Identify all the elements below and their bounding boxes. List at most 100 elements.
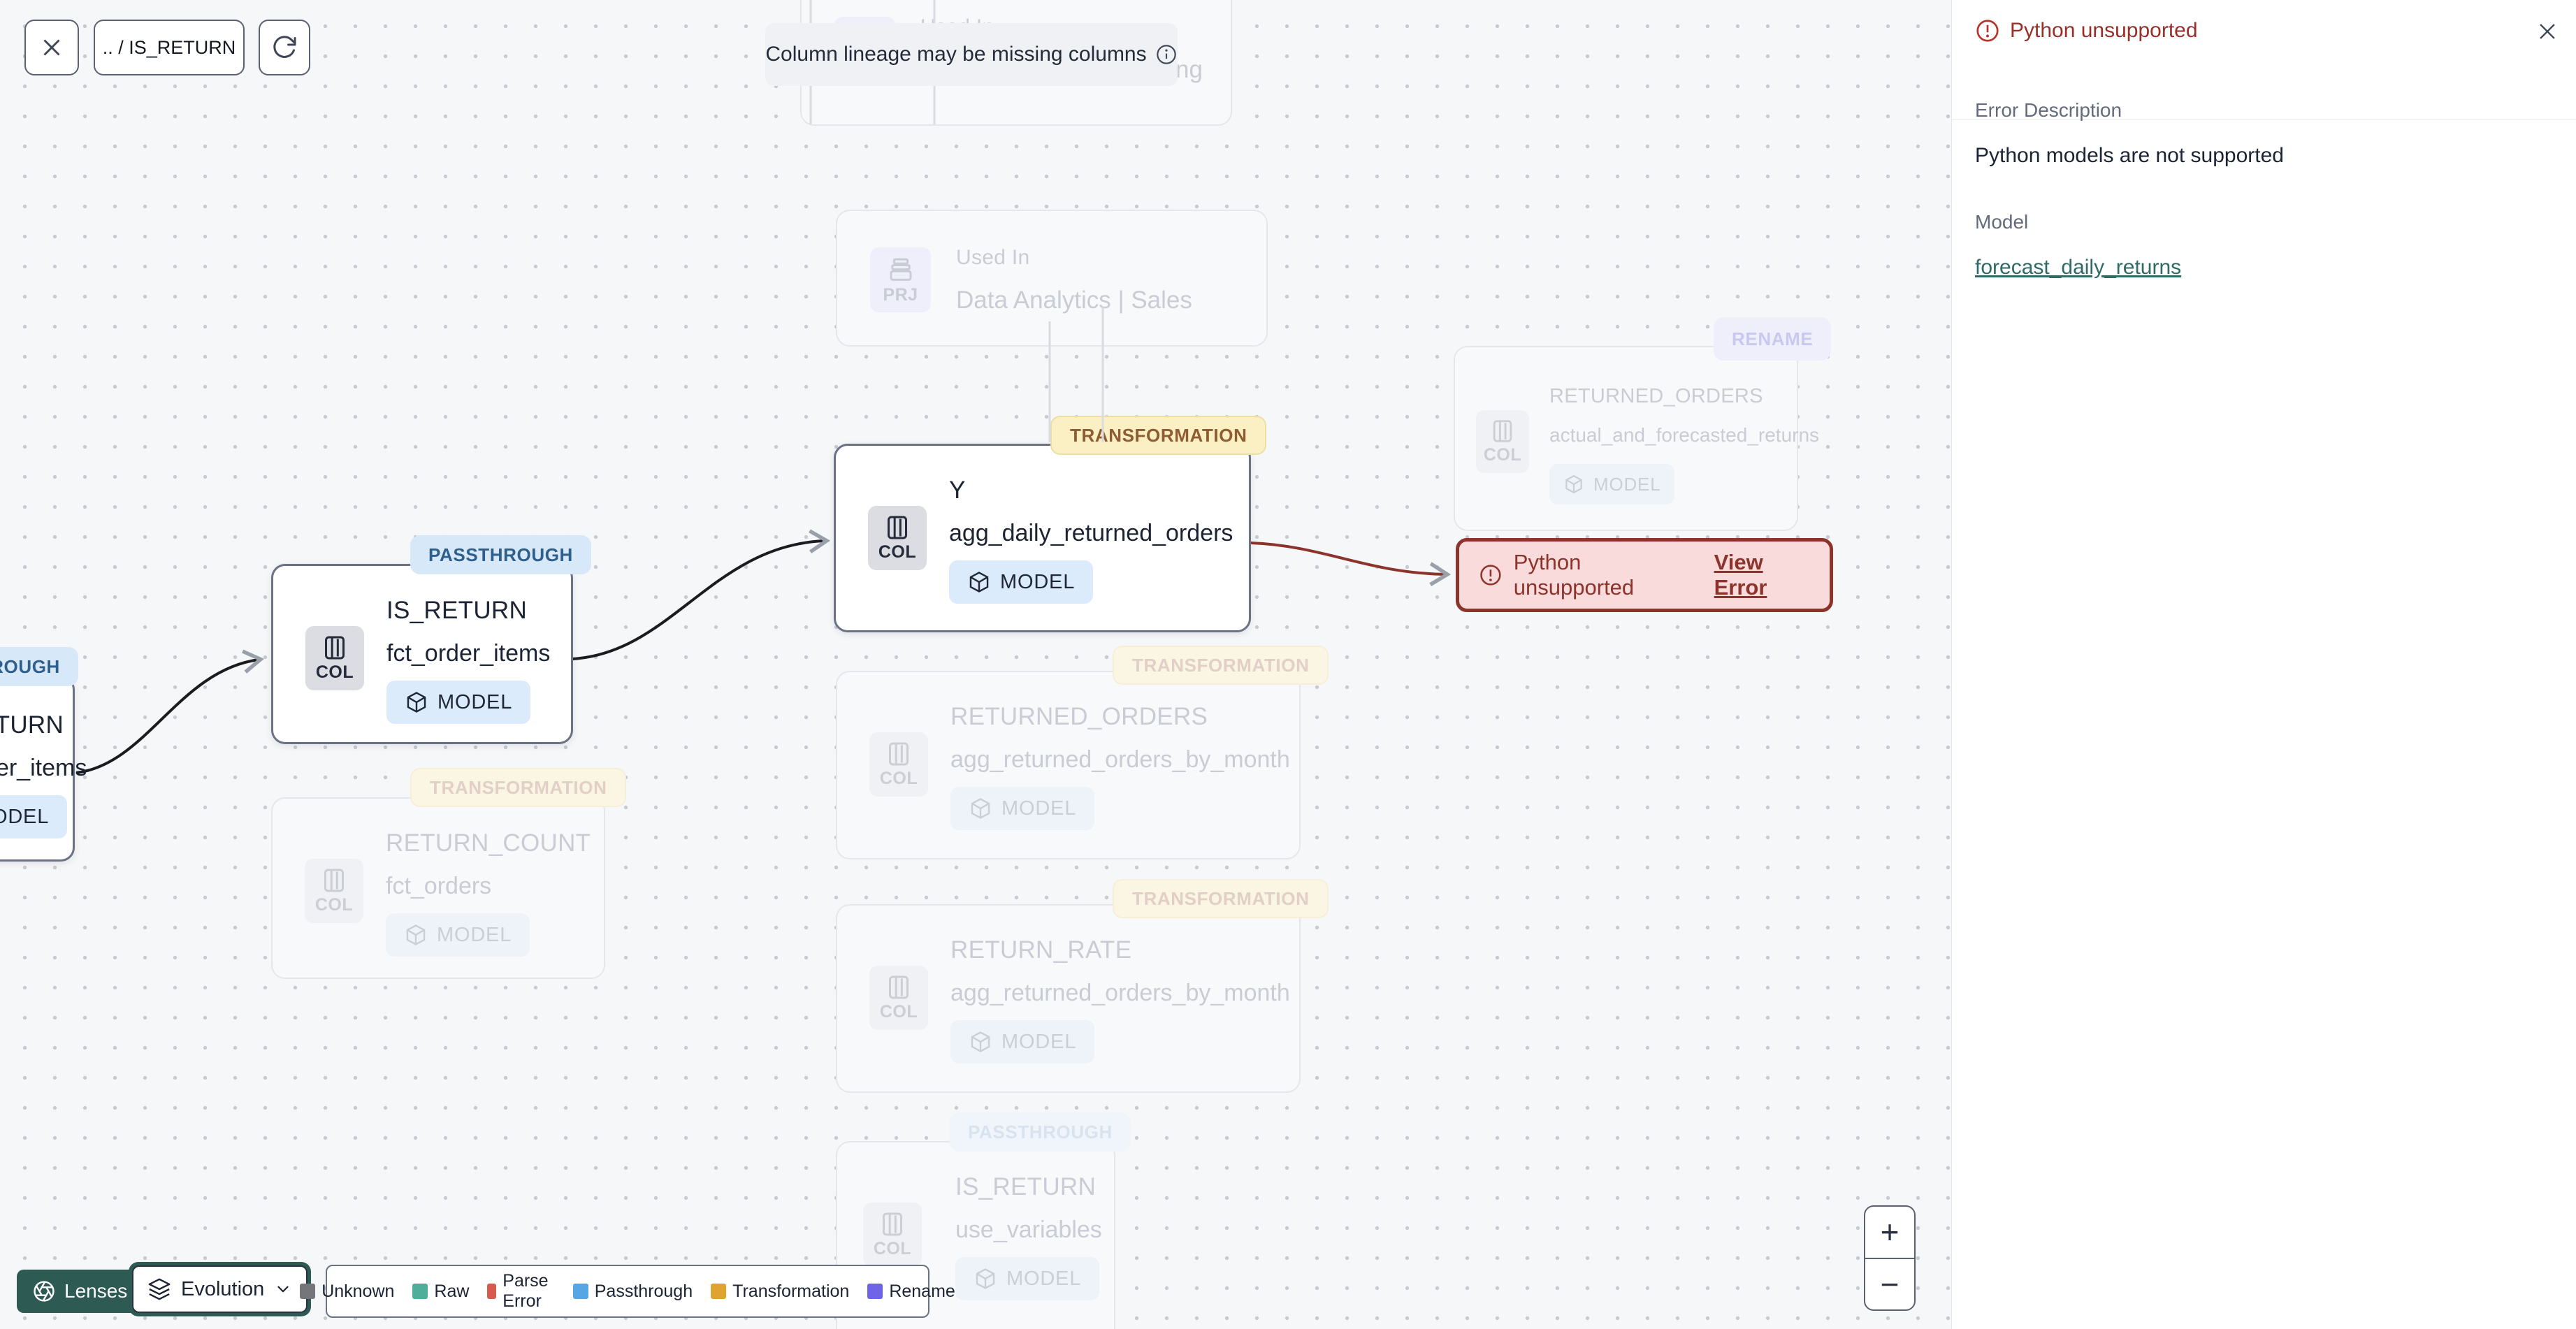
lineage-canvas[interactable]: PRJ Used In Data Analytics | Marketing P… [0,0,1951,1329]
legend-label: Unknown [321,1281,395,1301]
chevron-down-icon [277,1286,289,1293]
cube-icon [976,1268,995,1289]
error-node-python-unsupported[interactable]: Python unsupported View Error [1456,538,1833,612]
error-node-text: Python unsupported [1513,550,1635,600]
info-icon[interactable] [1155,43,1178,66]
node-title: IS_RETURN [955,1173,1097,1200]
model-badge: MODEL [950,1020,1095,1063]
node-subtitle: fct_orders [386,873,492,899]
node-subtitle: use_variables [955,1217,1102,1243]
column-badge-label: COL [879,769,918,788]
project-badge-label: PRJ [883,284,918,305]
aperture-icon [34,1281,55,1302]
columns-icon [1493,420,1512,442]
close-icon [43,39,60,56]
columns-icon [888,516,907,539]
legend-item-unknown: Unknown [300,1281,394,1302]
column-badge: COL [869,966,928,1030]
refresh-button[interactable] [259,20,310,75]
columns-icon [889,742,909,766]
node-return-rate[interactable]: TRANSFORMATION COL RETURN_RATE agg_retur… [836,879,1329,1093]
model-badge: MODEL [386,681,531,724]
zoom-in-button[interactable]: + [1865,1207,1914,1258]
rename-tag: RENAME [1714,317,1832,361]
node-used-in-sales[interactable]: PRJ Used In Data Analytics | Sales [836,210,1268,347]
warning-circle-icon [1480,565,1501,586]
passthrough-tag: PASSTHROUGH [0,647,78,686]
model-badge: MODEL [386,913,530,957]
columns-icon [324,869,344,892]
node-subtitle: actual_and_forecasted_returns [1549,424,1820,446]
edge-isreturn-to-y [572,529,831,660]
edge-y-to-error [1250,542,1452,586]
legend-swatch [572,1284,588,1299]
cube-icon [971,798,990,819]
view-error-link[interactable]: View Error [1714,550,1810,600]
model-badge: MODEL [949,560,1094,604]
breadcrumb[interactable]: .. / IS_RETURN [94,20,245,75]
node-subtitle: agg_returned_orders_by_month [950,746,1290,773]
model-section-label: Model [1975,211,2029,233]
column-badge-label: COL [314,895,354,915]
error-detail-panel: Python unsupported Error Description Pyt… [1951,0,2576,1329]
project-stack-icon [890,258,911,281]
legend-label: Parse Error [502,1271,549,1311]
panel-header: Python unsupported [1975,18,2198,43]
legend-swatch [487,1284,497,1299]
panel-title: Python unsupported [2010,19,2198,42]
lineage-warning-banner: Column lineage may be missing columns [765,23,1178,86]
lens-dropdown[interactable]: Evolution [132,1265,308,1313]
node-title: RETURN_COUNT [386,829,591,857]
cube-icon [971,1031,990,1052]
model-badge: MODEL [955,1257,1100,1300]
node-title: IS_RETURN [386,597,528,624]
close-lineage-button[interactable] [24,20,79,75]
zoom-out-button[interactable]: − [1865,1257,1914,1310]
legend-label: Rename [889,1281,955,1301]
breadcrumb-label: .. / IS_RETURN [102,36,236,58]
column-badge-label: COL [315,662,354,682]
node-title: Y [949,477,966,504]
edge-left-to-isreturn [75,649,265,774]
transformation-tag: TRANSFORMATION [1113,879,1329,918]
node-y-agg-daily-returned-orders[interactable]: TRANSFORMATION COL Y agg_daily_returned_… [834,416,1267,632]
node-title: IS_RETURN [0,711,64,739]
node-subtitle: fct_order_items [386,640,551,667]
node-title: RETURNED_ORDERS [1549,385,1763,407]
minus-icon: − [1880,1265,1900,1302]
node-return-count[interactable]: TRANSFORMATION COL RETURN_COUNT fct_orde… [271,768,627,979]
node-subtitle: Data Analytics | Sales [956,286,1192,314]
node-isreturn-partial-left[interactable]: PASSTHROUGH IS_RETURN fct_order_items MO… [0,647,87,862]
legend-item-parse-error: Parse Error [487,1271,554,1312]
model-badge: MODEL [0,795,68,838]
model-badge: MODEL [1549,464,1675,504]
node-title: RETURNED_ORDERS [950,703,1208,730]
node-isreturn-fct-order-items[interactable]: PASSTHROUGH COL IS_RETURN fct_order_item… [271,535,591,744]
node-title: Used In [956,246,1030,269]
column-badge: COL [1476,410,1529,473]
legend-swatch [711,1284,727,1299]
legend-item-passthrough: Passthrough [572,1281,693,1302]
plus-icon: + [1880,1214,1900,1251]
model-badge: MODEL [950,787,1095,830]
passthrough-tag: PASSTHROUGH [950,1112,1131,1152]
model-link[interactable]: forecast_daily_returns [1975,256,2181,279]
legend-swatch [412,1284,428,1299]
lenses-button[interactable]: Lenses [17,1270,143,1313]
legend-item-raw: Raw [412,1281,469,1302]
column-badge: COL [868,506,927,570]
panel-close-button[interactable] [2531,15,2564,48]
legend-label: Raw [434,1281,470,1301]
column-badge-label: COL [1483,445,1522,465]
legend-item-transformation: Transformation [711,1281,849,1302]
column-badge: COL [305,626,364,690]
column-badge: COL [869,732,928,797]
node-actual-and-forecasted-returns[interactable]: RENAME COL RETURNED_ORDERS actual_and_fo… [1454,317,1832,531]
columns-icon [883,1212,902,1236]
node-subtitle: fct_order_items [0,755,87,781]
columns-icon [325,636,345,660]
node-subtitle: agg_daily_returned_orders [949,520,1233,546]
node-returned-orders-monthly[interactable]: TRANSFORMATION COL RETURNED_ORDERS agg_r… [836,646,1329,859]
warning-circle-icon [1976,20,1999,42]
refresh-icon [273,36,296,58]
